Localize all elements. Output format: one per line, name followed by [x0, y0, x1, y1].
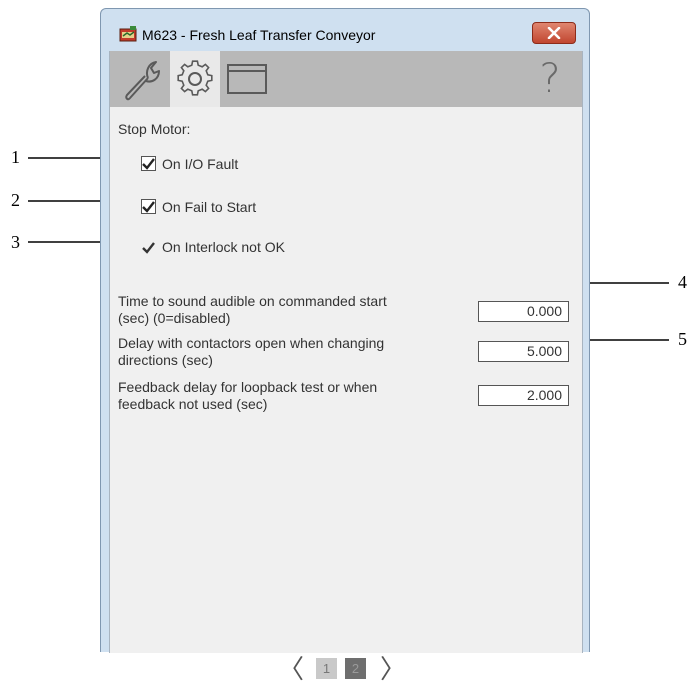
- close-icon: [547, 27, 561, 39]
- on-interlock-not-ok-option: On Interlock not OK: [141, 238, 361, 258]
- checkmark-icon: [142, 201, 155, 213]
- tab-maintenance[interactable]: [118, 51, 168, 107]
- configuration-page: Stop Motor: On I/O Fault On Fail to Star…: [110, 107, 582, 684]
- chevron-left-icon: 〈: [278, 654, 305, 684]
- callout-4: 4: [678, 272, 687, 292]
- app-icon: [119, 26, 137, 42]
- on-fail-to-start-checkbox[interactable]: [141, 199, 156, 214]
- window-icon: [227, 64, 267, 94]
- on-fail-to-start-option[interactable]: On Fail to Start: [141, 198, 341, 218]
- audible-time-label: Time to sound audible on commanded start…: [118, 293, 458, 327]
- contactor-delay-label: Delay with contactors open when changing…: [118, 335, 458, 369]
- wrench-icon: [125, 61, 160, 101]
- on-interlock-not-ok-label: On Interlock not OK: [162, 239, 285, 255]
- callout-5: 5: [678, 329, 687, 349]
- checkmark-icon: [142, 158, 155, 170]
- on-fail-to-start-label: On Fail to Start: [162, 199, 257, 215]
- feedback-delay-label-line2: feedback not used (sec): [118, 396, 268, 412]
- callout-3: 3: [11, 232, 20, 252]
- feedback-delay-input[interactable]: 2.000: [478, 385, 569, 406]
- contactor-delay-label-line2: directions (sec): [118, 352, 213, 368]
- faceplate-body: ? Stop Motor: On I/O Fault On Fail to St…: [109, 51, 583, 684]
- page-1-button[interactable]: 1: [316, 658, 337, 679]
- help-icon: ?: [539, 56, 561, 102]
- callout-1: 1: [11, 147, 20, 167]
- contactor-delay-label-line1: Delay with contactors open when changing: [118, 335, 385, 351]
- audible-time-setting: Time to sound audible on commanded start…: [118, 293, 578, 333]
- checkmark-icon: [142, 242, 155, 254]
- close-button[interactable]: [532, 22, 576, 44]
- on-io-fault-option[interactable]: On I/O Fault: [141, 155, 341, 175]
- help-button[interactable]: ?: [530, 55, 570, 103]
- feedback-delay-label: Feedback delay for loopback test or when…: [118, 379, 458, 413]
- tab-configuration[interactable]: [170, 51, 220, 107]
- title-bar[interactable]: M623 - Fresh Leaf Transfer Conveyor: [101, 9, 589, 51]
- feedback-delay-setting: Feedback delay for loopback test or when…: [118, 379, 578, 419]
- audible-time-label-line2: (sec) (0=disabled): [118, 310, 231, 326]
- next-page-button[interactable]: 〉: [380, 654, 407, 684]
- on-io-fault-checkbox[interactable]: [141, 156, 156, 171]
- chevron-right-icon: 〉: [380, 654, 407, 684]
- window-title: M623 - Fresh Leaf Transfer Conveyor: [142, 27, 376, 43]
- gear-icon: [177, 60, 213, 96]
- toolbar: ?: [110, 51, 582, 107]
- audible-time-label-line1: Time to sound audible on commanded start: [118, 293, 387, 309]
- audible-time-input[interactable]: 0.000: [478, 301, 569, 322]
- page-2-button[interactable]: 2: [345, 658, 366, 679]
- on-io-fault-label: On I/O Fault: [162, 156, 239, 172]
- callout-2: 2: [11, 190, 20, 210]
- feedback-delay-label-line1: Feedback delay for loopback test or when: [118, 379, 378, 395]
- faceplate-window: M623 - Fresh Leaf Transfer Conveyor ? St…: [100, 8, 590, 684]
- stop-motor-heading: Stop Motor:: [118, 121, 191, 137]
- tab-display[interactable]: [222, 51, 272, 107]
- page-navigator: 〈 1 2 〉: [110, 654, 582, 684]
- contactor-delay-input[interactable]: 5.000: [478, 341, 569, 362]
- contactor-delay-setting: Delay with contactors open when changing…: [118, 335, 578, 375]
- previous-page-button[interactable]: 〈: [278, 654, 305, 684]
